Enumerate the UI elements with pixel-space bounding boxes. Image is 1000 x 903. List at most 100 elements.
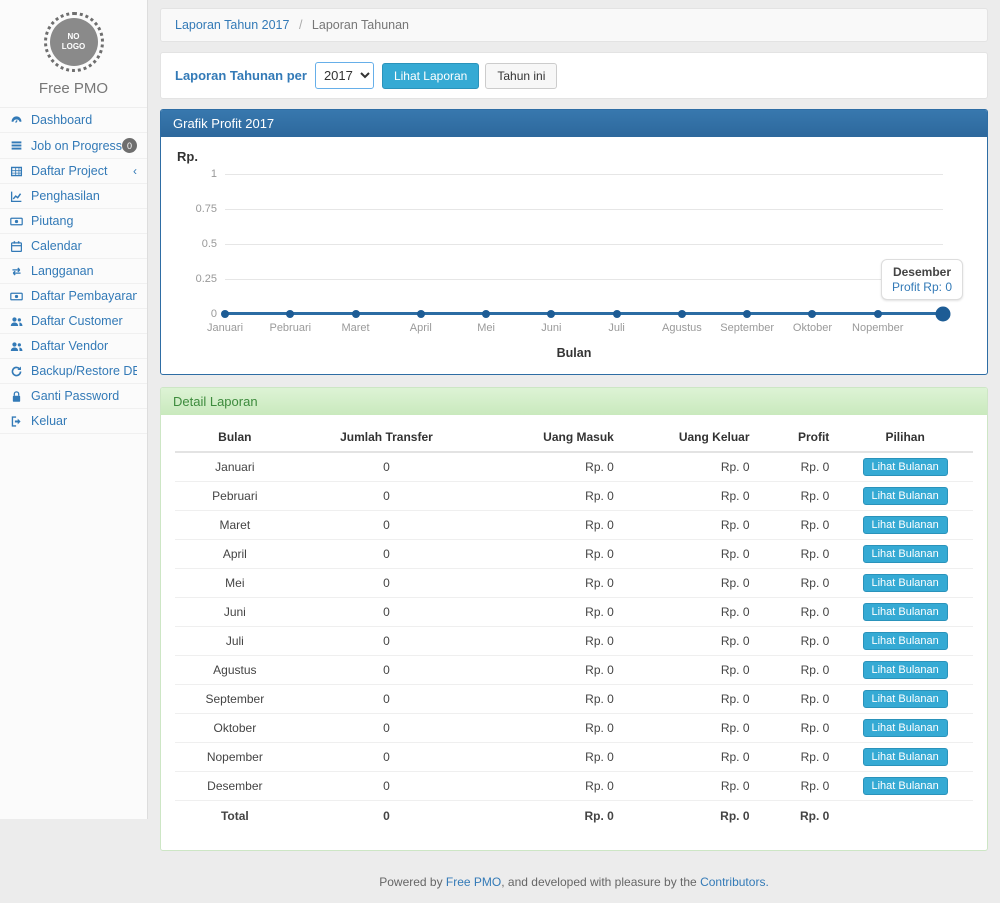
- chart-point-agustus[interactable]: [678, 310, 686, 318]
- sidebar-item-langganan[interactable]: Langganan: [0, 259, 147, 284]
- refresh-icon: [10, 365, 27, 378]
- y-tick-label: 1: [183, 168, 217, 180]
- cell-bulan: Desember: [175, 772, 295, 801]
- cell-jumlah_transfer: 0: [295, 656, 479, 685]
- sidebar-item-backup-restore-db[interactable]: Backup/Restore DB: [0, 359, 147, 384]
- table-row-total: Total0Rp. 0Rp. 0Rp. 0: [175, 801, 973, 829]
- cell-uang_masuk: Rp. 0: [478, 598, 622, 627]
- cell-uang_keluar: Rp. 0: [622, 627, 758, 656]
- lihat-bulanan-button-maret[interactable]: Lihat Bulanan: [863, 516, 948, 534]
- lihat-bulanan-button-juli[interactable]: Lihat Bulanan: [863, 632, 948, 650]
- chart-point-pebruari[interactable]: [286, 310, 294, 318]
- chart-point-september[interactable]: [743, 310, 751, 318]
- brand-box: NOLOGO Free PMO: [0, 0, 147, 107]
- cell-jumlah_transfer: 0: [295, 743, 479, 772]
- chart-point-januari[interactable]: [221, 310, 229, 318]
- profit-chart-panel: Grafik Profit 2017 Rp. Desember Profit R…: [160, 109, 988, 375]
- cell-jumlah_transfer: 0: [295, 714, 479, 743]
- table-row-april: April0Rp. 0Rp. 0Rp. 0Lihat Bulanan: [175, 540, 973, 569]
- footer-text-middle: , and developed with pleasure by the: [501, 875, 700, 889]
- tahun-ini-button[interactable]: Tahun ini: [485, 63, 557, 89]
- sidebar-item-penghasilan[interactable]: Penghasilan: [0, 184, 147, 209]
- table-row-juni: Juni0Rp. 0Rp. 0Rp. 0Lihat Bulanan: [175, 598, 973, 627]
- sidebar-item-ganti-password[interactable]: Ganti Password: [0, 384, 147, 409]
- chart-point-maret[interactable]: [352, 310, 360, 318]
- total-uang_keluar: Rp. 0: [622, 801, 758, 829]
- chart-gridline: 0.75: [225, 209, 943, 210]
- breadcrumb-link-laporan-tahun[interactable]: Laporan Tahun 2017: [175, 18, 289, 32]
- lihat-bulanan-button-nopember[interactable]: Lihat Bulanan: [863, 748, 948, 766]
- cell-uang_keluar: Rp. 0: [622, 743, 758, 772]
- footer-link-contributors[interactable]: Contributors.: [700, 875, 769, 889]
- cell-pilihan: Lihat Bulanan: [837, 569, 973, 598]
- x-tick-label: Januari: [207, 322, 243, 334]
- retweet-icon: [10, 265, 27, 278]
- cell-profit: Rp. 0: [758, 714, 838, 743]
- sidebar-item-label: Langganan: [31, 264, 137, 278]
- chart-x-axis-title: Bulan: [177, 346, 971, 360]
- chart-point-nopember[interactable]: [874, 310, 882, 318]
- cell-uang_keluar: Rp. 0: [622, 656, 758, 685]
- y-tick-label: 0: [183, 308, 217, 320]
- sidebar-item-keluar[interactable]: Keluar: [0, 409, 147, 434]
- chart-point-desember[interactable]: [936, 307, 951, 322]
- lihat-bulanan-button-januari[interactable]: Lihat Bulanan: [863, 458, 948, 476]
- money-icon: [10, 215, 27, 228]
- breadcrumb-separator: /: [299, 18, 302, 32]
- sidebar-item-dashboard[interactable]: Dashboard: [0, 108, 147, 133]
- cell-uang_keluar: Rp. 0: [622, 772, 758, 801]
- chart-point-juni[interactable]: [547, 310, 555, 318]
- cell-bulan: Agustus: [175, 656, 295, 685]
- cell-profit: Rp. 0: [758, 452, 838, 482]
- year-select[interactable]: 2017: [315, 62, 374, 89]
- lihat-bulanan-button-mei[interactable]: Lihat Bulanan: [863, 574, 948, 592]
- sidebar-item-calendar[interactable]: Calendar: [0, 234, 147, 259]
- table-header-row: BulanJumlah TransferUang MasukUang Kelua…: [175, 423, 973, 452]
- column-header-uang-keluar: Uang Keluar: [622, 423, 758, 452]
- column-header-bulan: Bulan: [175, 423, 295, 452]
- lihat-bulanan-button-desember[interactable]: Lihat Bulanan: [863, 777, 948, 795]
- tasks-icon: [10, 139, 27, 152]
- cell-uang_keluar: Rp. 0: [622, 511, 758, 540]
- lihat-bulanan-button-september[interactable]: Lihat Bulanan: [863, 690, 948, 708]
- sidebar-item-piutang[interactable]: Piutang: [0, 209, 147, 234]
- lihat-bulanan-button-oktober[interactable]: Lihat Bulanan: [863, 719, 948, 737]
- line-chart-icon: [10, 190, 27, 203]
- lihat-bulanan-button-april[interactable]: Lihat Bulanan: [863, 545, 948, 563]
- cell-uang_keluar: Rp. 0: [622, 714, 758, 743]
- lihat-bulanan-button-juni[interactable]: Lihat Bulanan: [863, 603, 948, 621]
- table-row-pebruari: Pebruari0Rp. 0Rp. 0Rp. 0Lihat Bulanan: [175, 482, 973, 511]
- sidebar-item-job-on-progress[interactable]: Job on Progress0: [0, 133, 147, 159]
- cell-pilihan: Lihat Bulanan: [837, 598, 973, 627]
- table-icon: [10, 165, 27, 178]
- cell-profit: Rp. 0: [758, 598, 838, 627]
- lihat-bulanan-button-agustus[interactable]: Lihat Bulanan: [863, 661, 948, 679]
- cell-uang_keluar: Rp. 0: [622, 685, 758, 714]
- chart-point-april[interactable]: [417, 310, 425, 318]
- lihat-laporan-button[interactable]: Lihat Laporan: [382, 63, 479, 89]
- x-tick-label: Pebruari: [269, 322, 311, 334]
- year-filter-label: Laporan Tahunan per: [175, 68, 307, 83]
- sidebar-item-daftar-vendor[interactable]: Daftar Vendor: [0, 334, 147, 359]
- brand-name: Free PMO: [0, 80, 147, 97]
- sidebar-item-daftar-pembayaran[interactable]: Daftar Pembayaran: [0, 284, 147, 309]
- profit-chart: Rp. Desember Profit Rp: 0 10.750.50.250 …: [161, 137, 987, 374]
- cell-jumlah_transfer: 0: [295, 540, 479, 569]
- cell-bulan: April: [175, 540, 295, 569]
- chart-point-mei[interactable]: [482, 310, 490, 318]
- sidebar-item-daftar-customer[interactable]: Daftar Customer: [0, 309, 147, 334]
- column-header-uang-masuk: Uang Masuk: [478, 423, 622, 452]
- sidebar-item-daftar-project[interactable]: Daftar Project‹: [0, 159, 147, 184]
- sidebar-item-label: Daftar Pembayaran: [31, 289, 137, 303]
- chevron-left-icon: ‹: [133, 164, 137, 178]
- sidebar-item-label: Ganti Password: [31, 389, 137, 403]
- lihat-bulanan-button-pebruari[interactable]: Lihat Bulanan: [863, 487, 948, 505]
- chart-point-juli[interactable]: [613, 310, 621, 318]
- chart-point-oktober[interactable]: [808, 310, 816, 318]
- footer-link-free-pmo[interactable]: Free PMO: [446, 875, 501, 889]
- column-header-pilihan: Pilihan: [837, 423, 973, 452]
- footer: Powered by Free PMO, and developed with …: [160, 863, 988, 903]
- cell-pilihan: Lihat Bulanan: [837, 714, 973, 743]
- sidebar-item-label: Daftar Vendor: [31, 339, 137, 353]
- cell-uang_keluar: Rp. 0: [622, 569, 758, 598]
